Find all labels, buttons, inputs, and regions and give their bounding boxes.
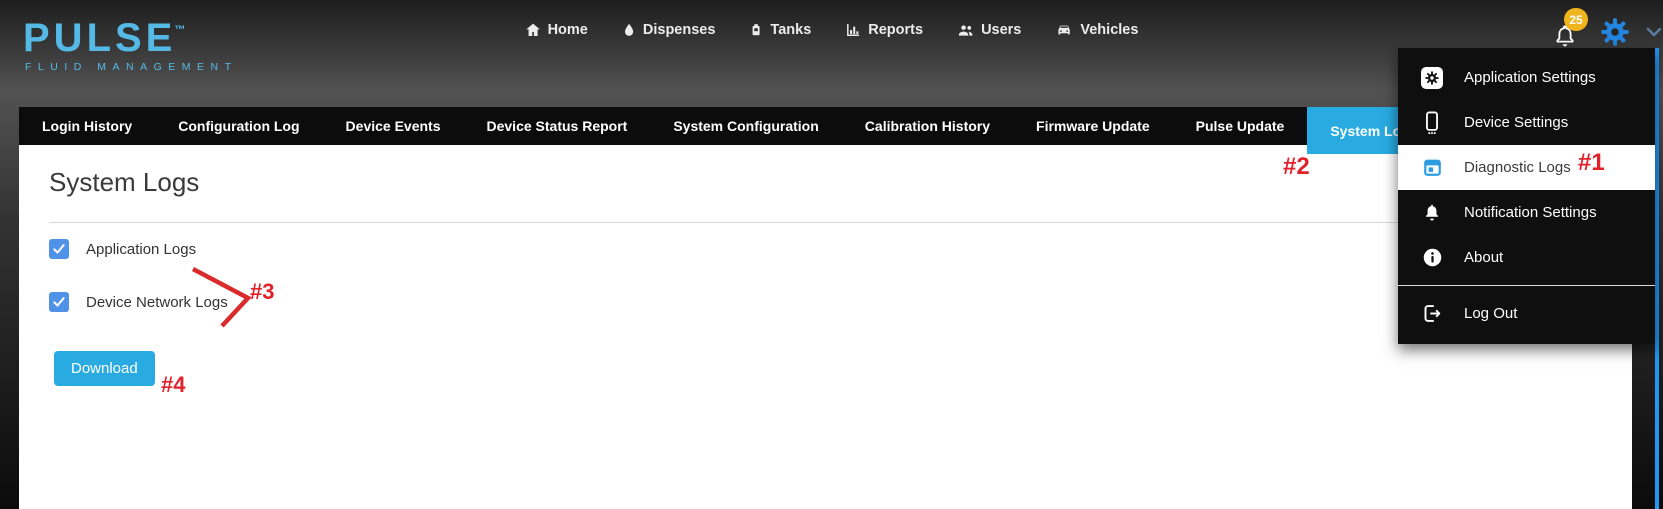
- user-menu-chevron[interactable]: [1646, 24, 1662, 42]
- header-actions: 25: [1550, 14, 1662, 48]
- title-divider: [49, 222, 1602, 223]
- tab-firmware-update[interactable]: Firmware Update: [1013, 107, 1173, 145]
- checkmark-icon: [52, 242, 66, 256]
- home-icon: [525, 22, 541, 38]
- trademark-symbol: ™: [174, 24, 185, 36]
- bar-chart-icon: [845, 22, 861, 38]
- tank-icon: [749, 22, 763, 38]
- annotation-2: #2: [1283, 153, 1310, 181]
- logo-tagline: FLUID MANAGEMENT: [25, 61, 238, 73]
- menu-item-about[interactable]: About: [1398, 235, 1655, 280]
- gear-icon: [1600, 17, 1630, 47]
- bell-icon: [1420, 201, 1444, 225]
- menu-item-label: Log Out: [1464, 305, 1517, 322]
- tab-calibration-history[interactable]: Calibration History: [842, 107, 1013, 145]
- diagnostic-calendar-icon: [1420, 156, 1444, 180]
- menu-item-label: About: [1464, 249, 1503, 266]
- menu-divider: [1398, 285, 1655, 286]
- main-nav: Home Dispenses Tanks Reports Users Vehic…: [525, 22, 1139, 38]
- menu-item-diagnostic-logs[interactable]: Diagnostic Logs: [1398, 145, 1655, 190]
- system-logs-panel: System Logs Application Logs Device Netw…: [19, 145, 1632, 386]
- nav-item-home[interactable]: Home: [525, 22, 588, 38]
- menu-item-log-out[interactable]: Log Out: [1398, 291, 1655, 336]
- nav-label: Vehicles: [1080, 22, 1138, 38]
- nav-label: Reports: [868, 22, 923, 38]
- nav-label: Users: [981, 22, 1021, 38]
- annotation-4: #4: [161, 372, 185, 398]
- menu-item-label: Application Settings: [1464, 69, 1596, 86]
- checkbox-label: Application Logs: [86, 241, 196, 258]
- content-card: Login History Configuration Log Device E…: [19, 107, 1632, 509]
- menu-item-device-settings[interactable]: Device Settings: [1398, 100, 1655, 145]
- tab-login-history[interactable]: Login History: [19, 107, 155, 145]
- app-settings-icon: [1420, 66, 1444, 90]
- annotation-3: #3: [250, 279, 274, 305]
- info-icon: [1420, 246, 1444, 270]
- device-network-logs-row: Device Network Logs: [49, 292, 1602, 312]
- tab-device-events[interactable]: Device Events: [323, 107, 464, 145]
- nav-label: Dispenses: [643, 22, 716, 38]
- checkbox-label: Device Network Logs: [86, 294, 228, 311]
- logo-text: PULSE: [23, 16, 176, 60]
- logout-icon: [1420, 302, 1444, 326]
- tab-pulse-update[interactable]: Pulse Update: [1173, 107, 1308, 145]
- nav-label: Tanks: [770, 22, 811, 38]
- device-icon: [1420, 111, 1444, 135]
- device-network-logs-checkbox[interactable]: [49, 292, 69, 312]
- tab-system-configuration[interactable]: System Configuration: [650, 107, 841, 145]
- pulse-logo[interactable]: PULSE™ FLUID MANAGEMENT: [23, 10, 238, 73]
- menu-item-label: Notification Settings: [1464, 204, 1597, 221]
- nav-label: Home: [548, 22, 588, 38]
- nav-item-dispenses[interactable]: Dispenses: [622, 22, 716, 38]
- users-icon: [957, 22, 974, 38]
- checkmark-icon: [52, 295, 66, 309]
- droplet-icon: [622, 22, 636, 38]
- nav-item-reports[interactable]: Reports: [845, 22, 923, 38]
- annotation-1: #1: [1578, 149, 1605, 177]
- nav-item-tanks[interactable]: Tanks: [749, 22, 811, 38]
- notification-badge: 25: [1564, 8, 1588, 31]
- menu-item-label: Device Settings: [1464, 114, 1568, 131]
- menu-item-label: Diagnostic Logs: [1464, 159, 1571, 176]
- page-title: System Logs: [49, 167, 1602, 198]
- settings-gear-button[interactable]: [1600, 17, 1630, 47]
- settings-dropdown-menu: Application Settings Device Settings Dia…: [1398, 48, 1655, 344]
- nav-item-vehicles[interactable]: Vehicles: [1055, 22, 1138, 38]
- car-icon: [1055, 22, 1073, 38]
- sub-tab-bar: Login History Configuration Log Device E…: [19, 107, 1632, 145]
- notifications-button[interactable]: 25: [1550, 14, 1584, 48]
- tab-configuration-log[interactable]: Configuration Log: [155, 107, 322, 145]
- tab-device-status-report[interactable]: Device Status Report: [464, 107, 651, 145]
- nav-item-users[interactable]: Users: [957, 22, 1021, 38]
- chevron-down-icon: [1646, 27, 1662, 37]
- menu-item-application-settings[interactable]: Application Settings: [1398, 55, 1655, 100]
- application-logs-checkbox[interactable]: [49, 239, 69, 259]
- application-logs-row: Application Logs: [49, 239, 1602, 259]
- window-edge-highlight: [1655, 48, 1659, 509]
- menu-item-notification-settings[interactable]: Notification Settings: [1398, 190, 1655, 235]
- logo-wordmark: PULSE™: [23, 10, 238, 58]
- download-button[interactable]: Download: [54, 351, 155, 386]
